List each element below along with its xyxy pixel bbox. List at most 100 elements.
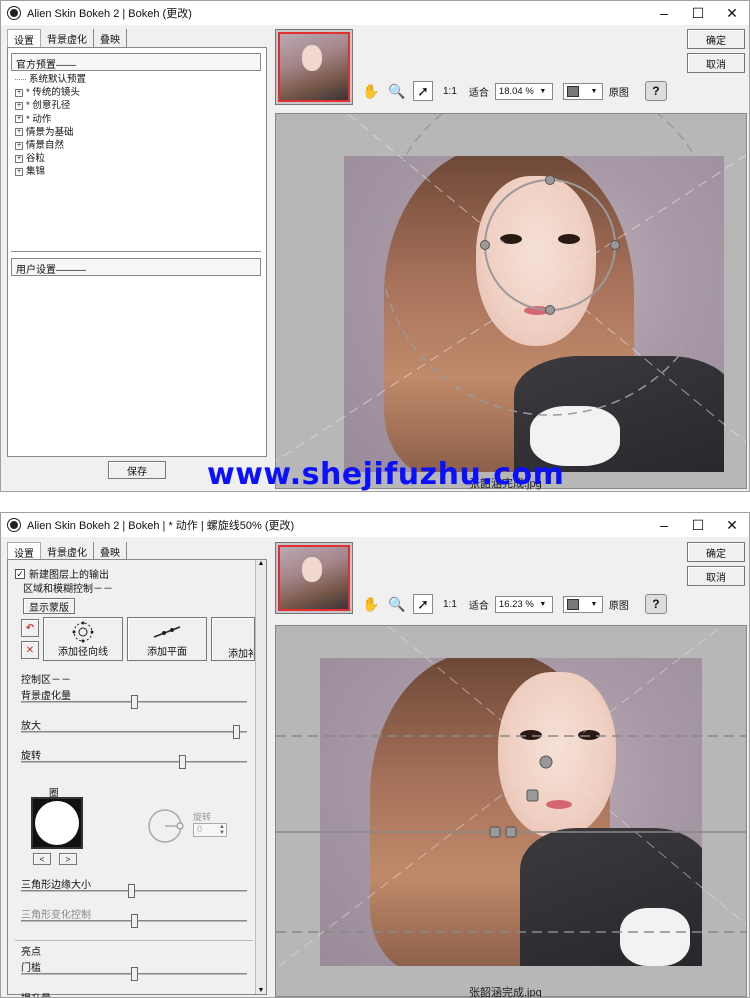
help-icon[interactable]: ?	[644, 594, 667, 614]
scroll-down-icon[interactable]: ▼	[256, 987, 266, 994]
aperture-shape-preview[interactable]	[31, 797, 83, 849]
expand-icon[interactable]: +	[15, 128, 23, 137]
official-presets-header: 官方预置——	[11, 53, 261, 71]
settings-scrollbar[interactable]: ▲ ▼	[255, 560, 266, 994]
triangle-variation-slider[interactable]: 三角形变化控制	[21, 906, 249, 936]
outer-blur-ring[interactable]	[379, 114, 721, 416]
preview-canvas[interactable]	[275, 113, 747, 489]
plane-handle[interactable]	[489, 826, 501, 838]
cancel-button[interactable]: 取消	[687, 53, 745, 73]
title-bar: Alien Skin Bokeh 2 | Bokeh | * 动作 | 螺旋线5…	[1, 513, 749, 537]
scroll-up-icon[interactable]: ▲	[256, 560, 266, 567]
slider-thumb[interactable]	[128, 884, 135, 898]
undo-icon[interactable]: ↶	[21, 619, 39, 637]
rotate-slider[interactable]: 旋转	[21, 747, 249, 777]
preset-item[interactable]: 系统默认预置	[15, 73, 86, 86]
new-layer-option[interactable]: ✓ 新建图层上的输出	[15, 566, 109, 581]
plane-handle[interactable]	[526, 789, 539, 802]
new-layer-checkbox[interactable]: ✓	[15, 568, 25, 579]
plane-handle[interactable]	[539, 755, 553, 769]
rotation-dial[interactable]	[147, 808, 187, 848]
slider-thumb[interactable]	[131, 967, 138, 981]
tab-overlay[interactable]: 叠映	[94, 29, 127, 49]
settings-tabs: 设置 背景虚化 叠映	[7, 29, 127, 49]
ratio-button[interactable]: 1:1	[443, 86, 457, 97]
show-mask-button[interactable]: 显示蒙版	[23, 598, 75, 614]
app-icon	[8, 7, 20, 19]
zoom-icon[interactable]: 🔍	[387, 81, 407, 101]
bokeh-amount-slider[interactable]: 背景虚化量	[21, 687, 249, 717]
ok-button[interactable]: 确定	[687, 542, 745, 562]
slider-thumb[interactable]	[131, 914, 138, 928]
tab-settings[interactable]: 设置	[7, 29, 41, 49]
close-button[interactable]: ✕	[715, 1, 749, 25]
add-plane-button[interactable]: 添加平面	[127, 617, 207, 661]
chevron-down-icon: ▼	[539, 87, 547, 95]
preset-item[interactable]: + 集锦	[15, 165, 86, 178]
spinner-arrows-icon[interactable]: ▲ ▼	[219, 824, 225, 836]
add-radial-button[interactable]: 添加径向线	[43, 617, 123, 661]
expand-icon[interactable]: +	[15, 115, 23, 124]
expand-icon[interactable]: +	[15, 88, 23, 97]
triangle-edge-size-slider[interactable]: 三角形边缘大小	[21, 876, 249, 906]
cancel-button[interactable]: 取消	[687, 566, 745, 586]
ratio-button[interactable]: 1:1	[443, 599, 457, 610]
minimize-button[interactable]: –	[647, 513, 681, 537]
expand-icon[interactable]: +	[15, 168, 23, 177]
plane-focus-overlay[interactable]	[276, 626, 747, 997]
original-button[interactable]: 原图	[609, 84, 629, 99]
minimize-button[interactable]: –	[647, 1, 681, 25]
focus-handle[interactable]	[545, 305, 555, 315]
focus-handle[interactable]	[480, 240, 490, 250]
tab-bokeh[interactable]: 背景虚化	[41, 29, 94, 49]
slider-thumb[interactable]	[131, 695, 138, 709]
fit-button[interactable]: 适合	[469, 84, 489, 99]
preview-canvas[interactable]	[275, 625, 747, 997]
slider-thumb[interactable]	[179, 755, 186, 769]
ok-button[interactable]: 确定	[687, 29, 745, 49]
pointer-icon[interactable]: ➚	[413, 594, 433, 614]
preset-item[interactable]: + 情景自然	[15, 139, 86, 152]
zoom-select[interactable]: 18.04 % ▼	[494, 82, 553, 100]
close-button[interactable]: ✕	[715, 513, 749, 537]
zoom-select[interactable]: 16.23 % ▼	[494, 595, 553, 613]
background-color-select[interactable]: ▼	[562, 595, 603, 613]
preset-item[interactable]: + * 创意孔径	[15, 99, 86, 112]
maximize-button[interactable]: ☐	[681, 513, 715, 537]
next-shape-button[interactable]: >	[59, 853, 77, 865]
preset-item[interactable]: + * 传统的镜头	[15, 86, 86, 99]
delete-icon[interactable]: ✕	[21, 641, 39, 659]
slider-thumb[interactable]	[233, 725, 240, 739]
rotation-spinner[interactable]: 0 ▲ ▼	[193, 823, 227, 837]
prev-shape-button[interactable]: <	[33, 853, 51, 865]
chevron-down-icon: ▼	[590, 600, 598, 608]
background-color-select[interactable]: ▼	[562, 82, 603, 100]
expand-icon[interactable]: +	[15, 154, 23, 163]
pointer-icon[interactable]: ➚	[413, 81, 433, 101]
thumbnail-navigator[interactable]	[275, 542, 353, 614]
preset-item[interactable]: + 谷粒	[15, 152, 86, 165]
original-button[interactable]: 原图	[609, 597, 629, 612]
threshold-slider[interactable]: 门槛	[21, 959, 249, 989]
title-bar: Alien Skin Bokeh 2 | Bokeh (更改) – ☐ ✕	[1, 1, 749, 25]
maximize-button[interactable]: ☐	[681, 1, 715, 25]
thumbnail-navigator[interactable]	[275, 29, 353, 105]
focus-handle[interactable]	[545, 175, 555, 185]
expand-icon[interactable]: +	[15, 141, 23, 150]
zoom-icon[interactable]: 🔍	[387, 594, 407, 614]
magnify-slider[interactable]: 放大	[21, 717, 249, 747]
add-partial-button[interactable]: 添加补	[211, 617, 255, 661]
plane-handle[interactable]	[505, 826, 517, 838]
hand-icon[interactable]: ✋	[361, 594, 381, 614]
save-button[interactable]: 保存	[108, 461, 166, 479]
focus-handle[interactable]	[610, 240, 620, 250]
fit-button[interactable]: 适合	[469, 597, 489, 612]
inner-focus-ring[interactable]	[484, 179, 616, 311]
radial-target-icon	[72, 621, 94, 642]
preset-item[interactable]: + 情景为基础	[15, 126, 86, 139]
expand-icon[interactable]: +	[15, 102, 23, 110]
preset-item[interactable]: + * 动作	[15, 113, 86, 126]
hand-icon[interactable]: ✋	[361, 81, 381, 101]
help-icon[interactable]: ?	[644, 81, 667, 101]
focus-overlay[interactable]	[276, 114, 747, 489]
